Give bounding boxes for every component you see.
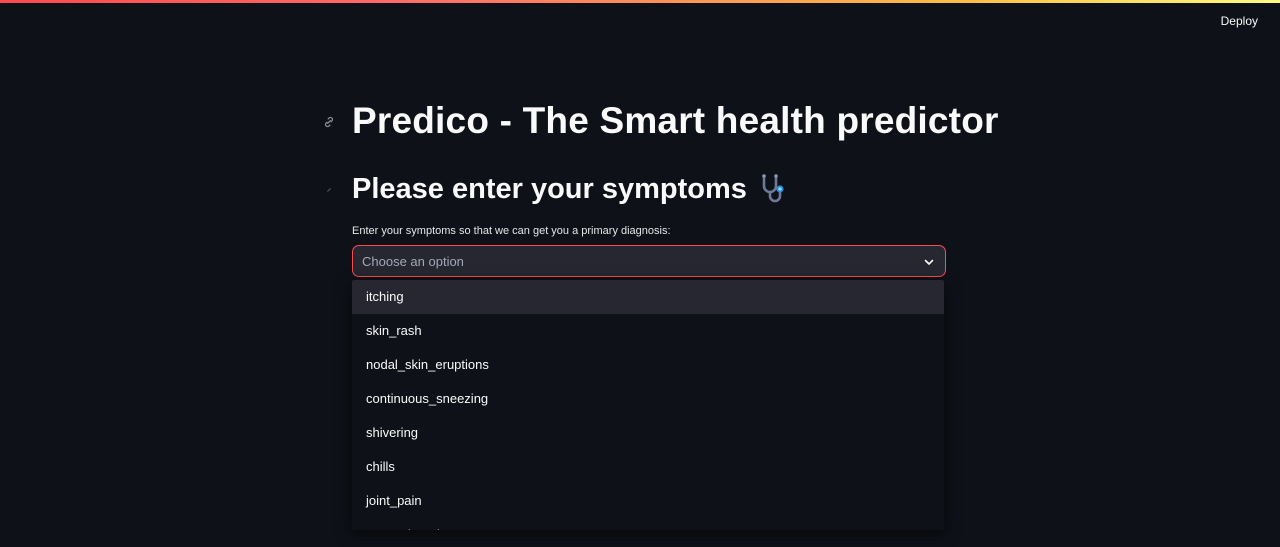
- chevron-down-icon[interactable]: [923, 256, 935, 268]
- link-icon[interactable]: [322, 183, 336, 197]
- dropdown-option[interactable]: nodal_skin_eruptions: [352, 348, 944, 382]
- select-placeholder: Choose an option: [362, 254, 464, 269]
- deploy-button[interactable]: Deploy: [1221, 14, 1258, 28]
- dropdown-option[interactable]: joint_pain: [352, 484, 944, 518]
- dropdown-option[interactable]: chills: [352, 450, 944, 484]
- section-heading-text: Please enter your symptoms: [352, 172, 747, 205]
- link-icon[interactable]: [322, 115, 336, 129]
- dropdown-option[interactable]: itching: [352, 280, 944, 314]
- dropdown-option[interactable]: stomach_pain: [352, 518, 944, 530]
- app-header: Deploy: [0, 3, 1280, 43]
- symptoms-dropdown: itching skin_rash nodal_skin_eruptions c…: [352, 280, 944, 530]
- dropdown-option[interactable]: skin_rash: [352, 314, 944, 348]
- symptoms-select[interactable]: Choose an option: [352, 245, 946, 277]
- dropdown-option[interactable]: continuous_sneezing: [352, 382, 944, 416]
- page-title: Predico - The Smart health predictor: [352, 100, 999, 141]
- stethoscope-icon: [762, 174, 784, 203]
- field-label: Enter your symptoms so that we can get y…: [352, 225, 671, 237]
- dropdown-option[interactable]: shivering: [352, 416, 944, 450]
- section-heading: Please enter your symptoms: [352, 172, 791, 206]
